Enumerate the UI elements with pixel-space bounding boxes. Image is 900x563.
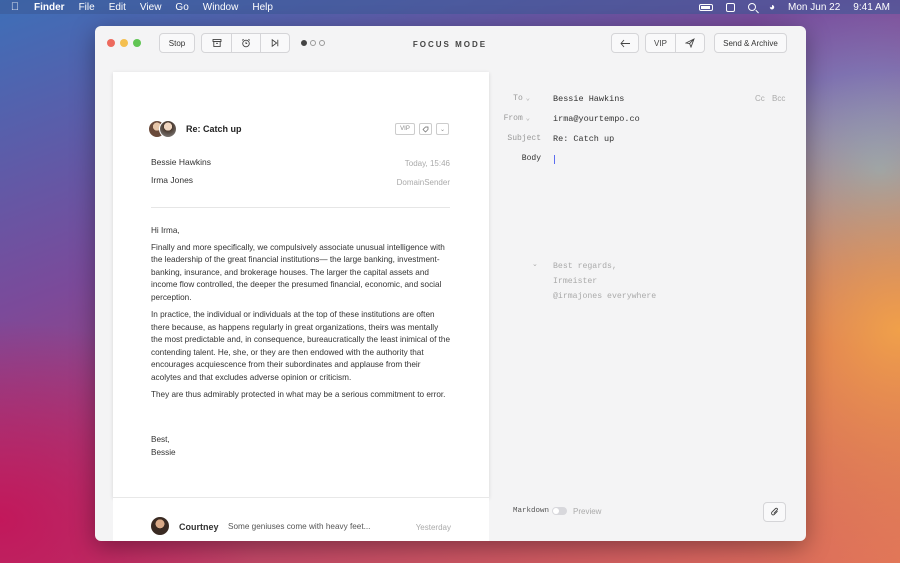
body-editor-caret[interactable] (554, 155, 555, 164)
signature: Bessie (151, 447, 176, 457)
closing: Best, (151, 435, 170, 444)
markdown-label: Markdown (513, 507, 550, 515)
paragraph: They are thus admirably protected in wha… (151, 390, 446, 399)
wifi-icon[interactable]: ◕ (769, 2, 775, 13)
menu-file[interactable]: File (79, 2, 95, 13)
subject-label: Subject (507, 134, 541, 143)
menubar-date[interactable]: Mon Jun 22 (788, 2, 840, 13)
participant-avatars (148, 120, 178, 138)
paper-plane-icon (685, 38, 695, 48)
message-signoff: Best, Bessie (151, 434, 176, 459)
menu-go[interactable]: Go (175, 2, 188, 13)
thread-snippet: Some geniuses come with heavy feet... (228, 522, 371, 531)
paragraph: Finally and more specifically, we compul… (151, 242, 445, 302)
page-dot-active[interactable] (301, 40, 307, 46)
menu-help[interactable]: Help (252, 2, 273, 13)
sender-domain: DomainSender (396, 178, 450, 187)
send-archive-button[interactable]: Send & Archive (714, 33, 787, 53)
close-window-button[interactable] (107, 39, 115, 47)
thread-time: Yesterday (415, 523, 451, 532)
message-body: Hi Irma, Finally and more specifically, … (151, 225, 451, 407)
message-subject: Re: Catch up (186, 124, 242, 134)
from-label[interactable]: From ⌄ (470, 114, 530, 123)
thread-item[interactable]: Courtney Some geniuses come with heavy f… (113, 498, 489, 541)
message-time: Today, 15:46 (404, 159, 450, 168)
vip-send-group: VIP (645, 33, 705, 53)
subject-field[interactable]: Re: Catch up (553, 134, 614, 144)
message-card: Re: Catch up VIP ⌄ Bessie Hawkins Today,… (113, 72, 489, 498)
menu-finder[interactable]: Finder (34, 2, 65, 13)
page-indicator[interactable] (301, 40, 325, 46)
to-field[interactable]: Bessie Hawkins (553, 94, 624, 104)
avatar (151, 517, 169, 535)
skip-next-icon (271, 38, 279, 48)
arrow-left-icon (619, 39, 630, 47)
signature-block[interactable]: Best regards, Irmeister @irmajones every… (553, 259, 656, 304)
reply-back-button[interactable] (611, 33, 639, 53)
cc-button[interactable]: Cc (755, 94, 765, 103)
app-window: Stop FOCUS MODE VIP Send & Archive Re: C… (95, 26, 806, 541)
alarm-clock-icon (241, 38, 251, 48)
chevron-down-icon: ⌄ (525, 95, 530, 103)
more-options-button[interactable]: ⌄ (436, 123, 449, 135)
markdown-preview-toggle[interactable] (552, 507, 567, 515)
tag-button[interactable] (419, 123, 432, 135)
menu-edit[interactable]: Edit (109, 2, 126, 13)
archive-button[interactable] (202, 34, 231, 52)
bcc-button[interactable]: Bcc (772, 94, 785, 103)
from-field[interactable]: irma@yourtempo.co (553, 114, 640, 124)
spotlight-search-icon[interactable] (747, 3, 756, 11)
menubar-time[interactable]: 9:41 AM (853, 2, 890, 13)
sender-name[interactable]: Bessie Hawkins (151, 157, 211, 167)
archive-icon (212, 39, 221, 47)
greeting: Hi Irma, (151, 226, 180, 235)
battery-icon[interactable] (698, 3, 713, 11)
header-divider (151, 207, 450, 208)
thread-sender: Courtney (179, 522, 219, 532)
vip-tag[interactable]: VIP (395, 123, 415, 135)
window-title: FOCUS MODE (412, 40, 488, 49)
body-label: Body (521, 154, 541, 163)
avatar (159, 120, 177, 138)
zoom-window-button[interactable] (133, 39, 141, 47)
paperclip-icon (770, 507, 778, 516)
chevron-down-icon[interactable]: ⌄ (532, 260, 538, 268)
recipient-name[interactable]: Irma Jones (151, 175, 193, 185)
tag-icon (422, 126, 429, 132)
to-label[interactable]: To ⌄ (470, 94, 530, 103)
minimize-window-button[interactable] (120, 39, 128, 47)
apple-icon[interactable]:  (10, 1, 20, 13)
chevron-down-icon: ⌄ (439, 126, 446, 133)
preview-label: Preview (573, 507, 602, 516)
page-dot[interactable] (319, 40, 325, 46)
message-actions-group (201, 33, 290, 53)
vip-button[interactable]: VIP (646, 34, 675, 52)
skip-next-button[interactable] (260, 34, 289, 52)
snooze-button[interactable] (231, 34, 260, 52)
menu-window[interactable]: Window (203, 2, 239, 13)
menu-bar:  Finder File Edit View Go Window Help ◕… (0, 0, 900, 14)
paragraph: In practice, the individual or individua… (151, 310, 451, 382)
stop-button[interactable]: Stop (159, 33, 195, 53)
menu-view[interactable]: View (140, 2, 162, 13)
send-later-button[interactable] (675, 34, 704, 52)
control-center-icon[interactable] (725, 2, 735, 12)
chevron-down-icon: ⌄ (525, 115, 530, 123)
page-dot[interactable] (310, 40, 316, 46)
attach-button[interactable] (763, 502, 786, 522)
